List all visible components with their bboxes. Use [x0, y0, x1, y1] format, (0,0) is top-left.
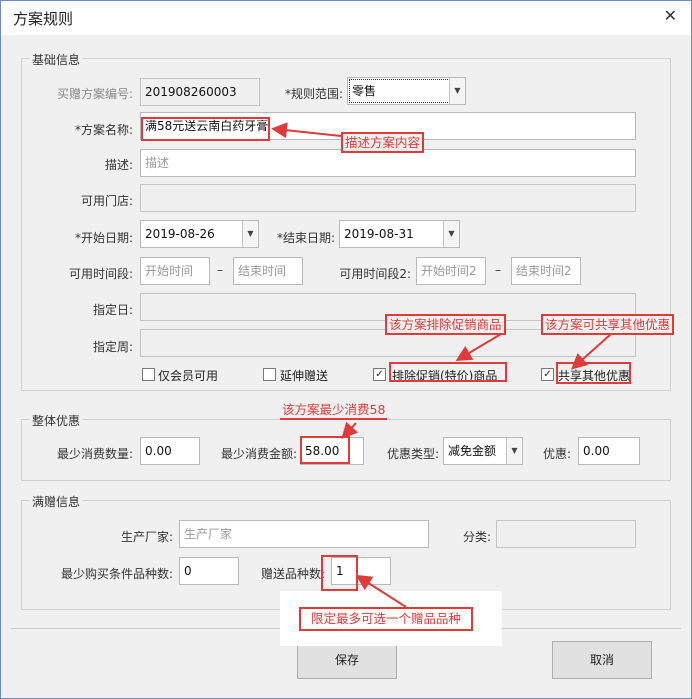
share-arrow [571, 333, 612, 370]
gift-arrow [355, 574, 407, 608]
dialog-window: 方案规则 ✕ 基础信息 买赠方案编号: 201908260003 *规则范围: … [0, 0, 692, 699]
amount-arrow [341, 421, 359, 439]
exclude-arrow [455, 333, 502, 362]
annotation-arrows [271, 122, 612, 608]
desc-arrow [271, 122, 342, 139]
